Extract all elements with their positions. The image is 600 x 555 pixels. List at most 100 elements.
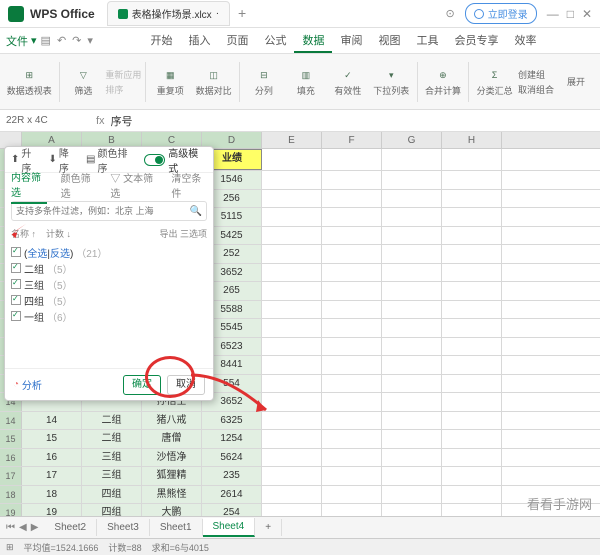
row-header[interactable]: 18 [0,486,22,504]
cell[interactable]: 二组 [82,412,142,430]
cell[interactable]: 17 [22,467,82,485]
filter-item[interactable]: 三组（5） [11,276,207,292]
sheet-nav-prev[interactable]: ◀ [19,522,27,533]
sheet-tab-1[interactable]: Sheet1 [150,519,203,536]
cell[interactable]: 唐僧 [142,430,202,448]
sheet-nav-first[interactable]: ⏮ [6,522,15,533]
cell[interactable]: 黑熊怪 [142,486,202,504]
filter-search[interactable]: 🔍 [11,201,207,221]
cell[interactable]: 235 [202,467,262,485]
close-tab-icon[interactable]: · [216,8,219,19]
tb-dropdown[interactable]: ▾下拉列表 [370,58,413,106]
app-name: WPS Office [30,7,95,21]
cell[interactable]: 三组 [82,449,142,467]
col-h[interactable]: H [442,132,502,148]
redo-icon[interactable]: ↷ [72,34,81,47]
menu-start[interactable]: 开始 [142,29,180,53]
name-box[interactable]: 22R x 4C [0,112,90,129]
tb-sort[interactable]: 排序 [105,83,141,96]
menu-view[interactable]: 视图 [370,29,408,53]
tb-dup[interactable]: ▦重复项 [150,58,190,106]
tb-validate[interactable]: ◫数据对比 [192,58,235,106]
col-e[interactable]: E [262,132,322,148]
cell[interactable]: 三组 [82,467,142,485]
file-menu[interactable]: 文件▾ [6,33,37,49]
menu-data[interactable]: 数据 [294,29,332,53]
sheet-tabs: ⏮ ◀ ▶ Sheet2 Sheet3 Sheet1 Sheet4 + [0,516,600,538]
filter-item[interactable]: 一组（6） [11,308,207,324]
row-header[interactable]: 16 [0,449,22,467]
search-icon[interactable]: 🔍 [190,206,202,217]
formula-bar: 22R x 4C fx 序号 [0,110,600,132]
menu-page[interactable]: 页面 [218,29,256,53]
formula-value[interactable]: 序号 [111,113,133,129]
tb-pivot[interactable]: ⊞数据透视表 [4,58,55,106]
sheet-tab-2[interactable]: Sheet2 [44,519,97,536]
menu-member[interactable]: 会员专享 [446,29,506,53]
add-tab-button[interactable]: + [230,1,254,26]
ribbon: ⊞数据透视表 ▽筛选 重新应用 排序 ▦重复项 ◫数据对比 ⊟分列 ▥填充 ✓有… [0,54,600,110]
cell[interactable]: 5624 [202,449,262,467]
analyze-link[interactable]: ◔ [13,379,19,390]
tb-group[interactable]: 创建组 [518,68,554,81]
cell[interactable]: 14 [22,412,82,430]
cell[interactable]: 狐狸精 [142,467,202,485]
analyze-label[interactable]: 分析 [22,377,42,392]
filter-tab-clear[interactable]: 清空条件 [171,167,207,203]
tb-fill[interactable]: ▥填充 [286,58,326,106]
sheet-icon [118,9,128,19]
minimize-icon[interactable]: — [547,7,559,21]
cell[interactable]: 2614 [202,486,262,504]
menu-insert[interactable]: 插入 [180,29,218,53]
tb-consolidate[interactable]: ⊕合并计算 [422,58,465,106]
cell[interactable]: 18 [22,486,82,504]
undo-icon[interactable]: ↶ [57,34,66,47]
menu-review[interactable]: 审阅 [332,29,370,53]
export-options[interactable]: 导出 三选项 [159,227,207,240]
cell[interactable]: 16 [22,449,82,467]
row-header[interactable]: 17 [0,467,22,485]
save-icon[interactable]: ▤ [41,34,51,47]
tb-subtotal[interactable]: Σ分类汇总 [473,58,516,106]
menu-formula[interactable]: 公式 [256,29,294,53]
filter-item[interactable]: 四组（5） [11,292,207,308]
cell[interactable]: 1254 [202,430,262,448]
tb-ungroup[interactable]: 取消组合 [518,83,554,96]
sheet-nav-next[interactable]: ▶ [31,522,39,533]
cell[interactable]: 四组 [82,486,142,504]
sheet-add[interactable]: + [255,519,282,536]
row-header[interactable]: 15 [0,430,22,448]
filter-item-all[interactable]: (全选|反选) （21） [11,244,207,260]
filter-tab-color[interactable]: 颜色筛选 [61,167,97,203]
sheet-tab-3[interactable]: Sheet3 [97,519,150,536]
filter-item[interactable]: 二组（5） [11,260,207,276]
document-tab[interactable]: 表格操作场景.xlcx · [107,1,230,26]
tb-reapply[interactable]: 重新应用 [105,68,141,81]
fx-icon[interactable]: fx [96,115,105,127]
menu-tools[interactable]: 工具 [408,29,446,53]
row-header[interactable]: 14 [0,412,22,430]
watermark: 看看手游网 [527,494,592,513]
col-f[interactable]: F [322,132,382,148]
tb-expand[interactable]: 展开 [556,58,596,106]
sheet-tab-4[interactable]: Sheet4 [203,518,256,537]
notice-icon[interactable]: ⊙ [445,7,454,20]
tb-split[interactable]: ⊟分列 [244,58,284,106]
login-button[interactable]: 立即登录 [465,3,537,24]
tb-validity[interactable]: ✓有效性 [328,58,368,106]
mode-icon: ⊞ [6,542,14,553]
search-input[interactable] [16,206,190,216]
annotation-arrow-2 [186,370,276,420]
filter-tab-content[interactable]: 内容筛选 [11,166,47,204]
maximize-icon[interactable]: □ [567,7,574,21]
close-icon[interactable]: ✕ [582,7,592,21]
tb-filter[interactable]: ▽筛选 [63,58,103,106]
cell[interactable]: 沙悟净 [142,449,202,467]
menu-efficiency[interactable]: 效率 [506,29,544,53]
col-g[interactable]: G [382,132,442,148]
cell[interactable]: 15 [22,430,82,448]
filter-tab-text[interactable]: ▽ 文本筛选 [110,167,157,203]
home-icon[interactable] [8,6,24,22]
filter-list: (全选|反选) （21） 二组（5）三组（5）四组（5）一组（6） [5,242,213,352]
cell[interactable]: 二组 [82,430,142,448]
